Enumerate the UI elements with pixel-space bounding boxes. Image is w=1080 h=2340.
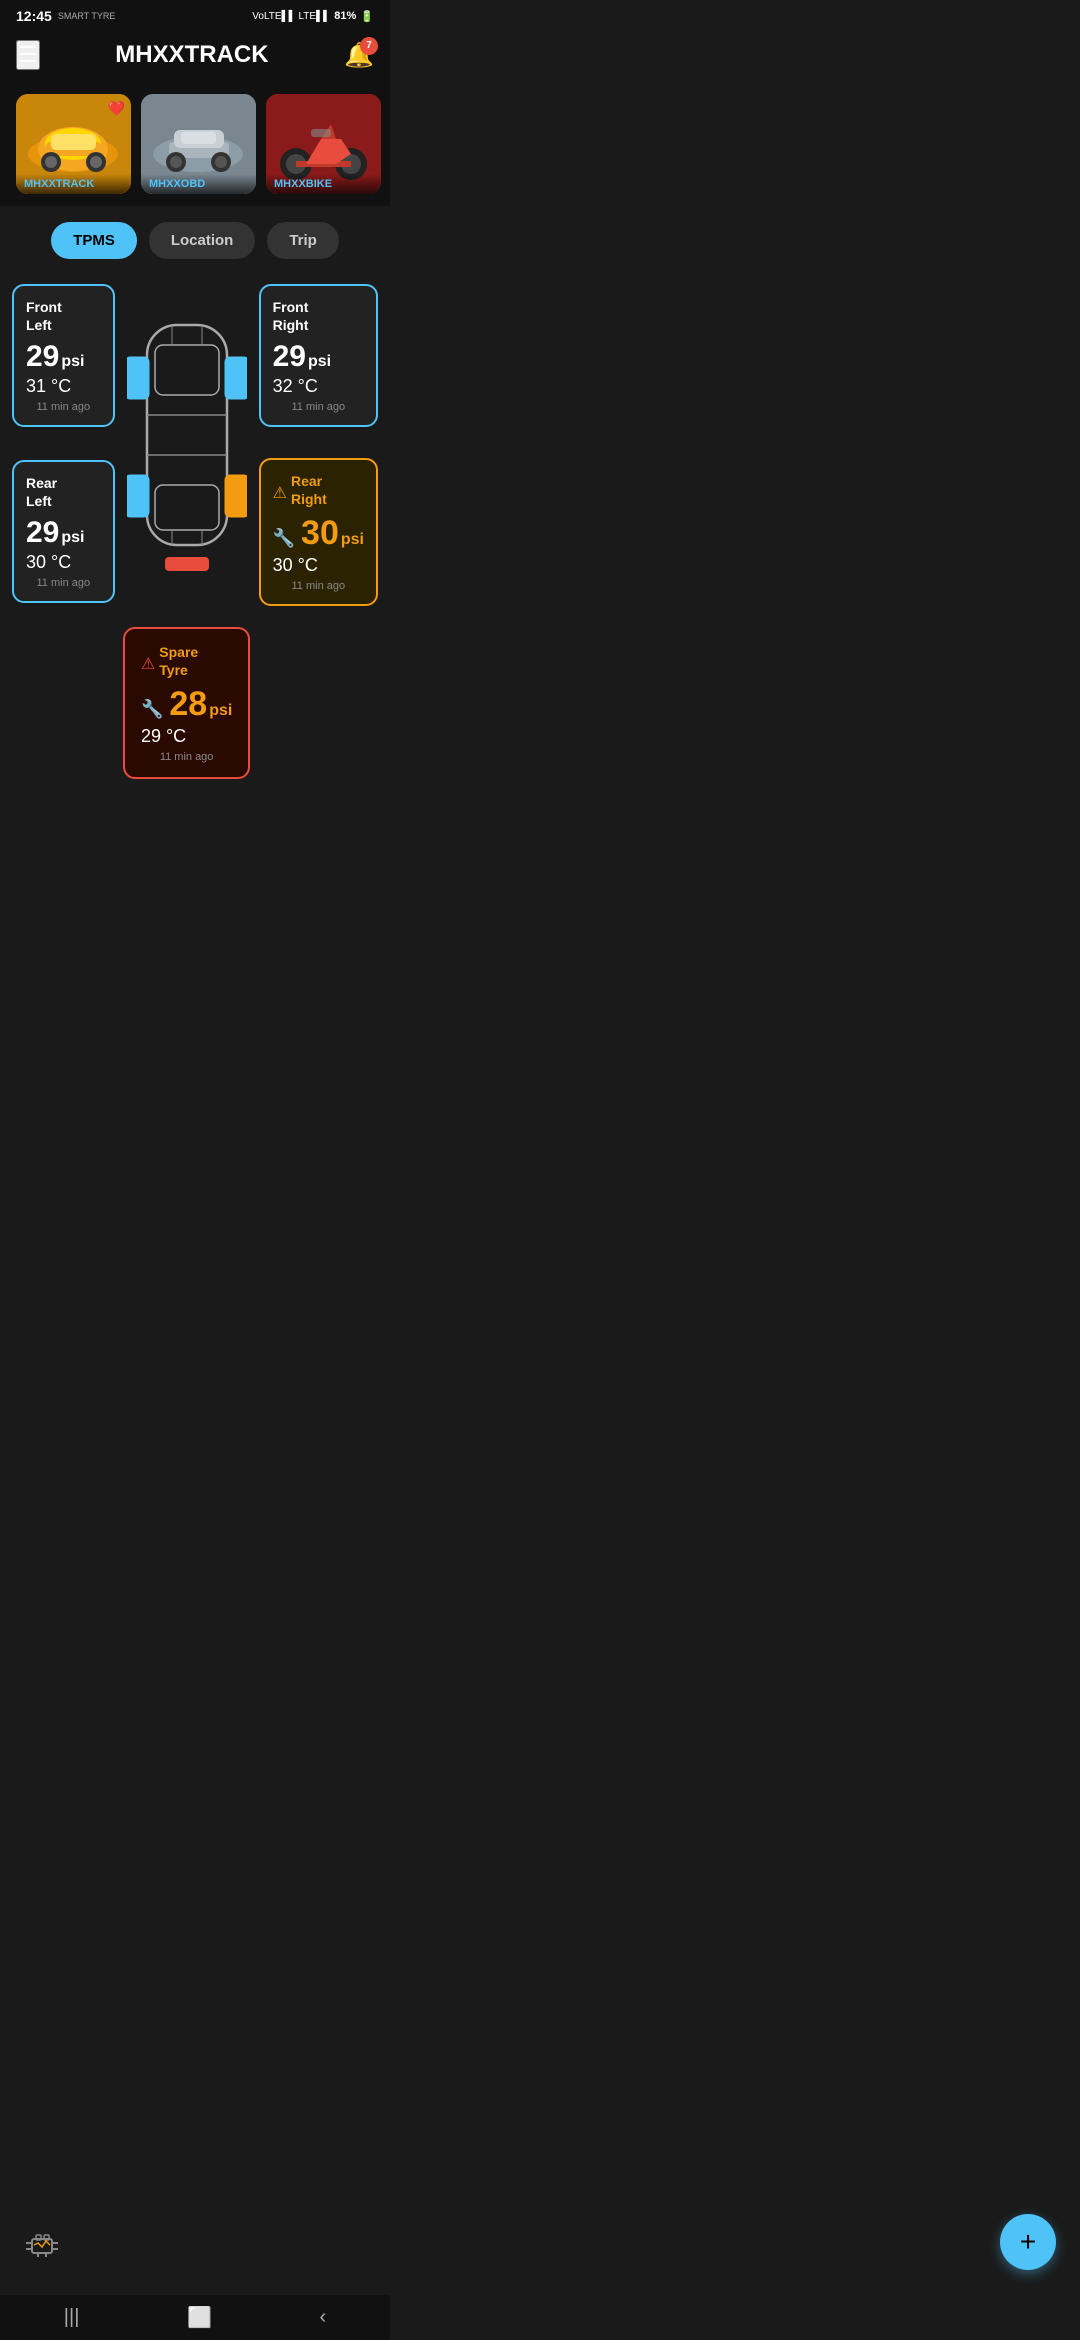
tab-tpms[interactable]: TPMS [51,222,137,259]
rear-right-psi-value: 30 [301,514,339,553]
spare-warning-icon: ⚠ [141,654,155,674]
front-right-temp: 32 °C [273,376,364,397]
rear-right-tire-card[interactable]: ⚠ RearRight 🔧 30 psi 30 °C 11 min ago [259,458,378,606]
spare-psi-unit: psi [209,702,232,720]
car-diagram [127,275,247,615]
spare-psi-value: 28 [169,685,207,724]
rear-right-temp: 30 °C [273,555,364,576]
tabs-section: TPMS Location Trip [0,206,390,275]
status-bar: 12:45 SMART TYRE VoLTE▌▌ LTE▌▌ 81% 🔋 [0,0,390,28]
vehicle-cards-section: ❤️ MHXXTRACK MHXXOBD [0,82,390,206]
home-button[interactable]: ⬜ [187,2305,212,2330]
front-right-tire-card[interactable]: FrontRight 29 psi 32 °C 11 min ago [259,284,378,427]
app-title: MHXXTRACK [115,41,268,69]
spare-tire-card[interactable]: ⚠ SpareTyre 🔧 28 psi 29 °C 11 min ago [123,627,250,779]
header: ☰ MHXXTRACK 🔔 7 [0,28,390,82]
tire-pressure-icon: 🔧 [273,528,295,549]
front-left-psi-value: 29 [26,340,59,374]
spare-tire-pressure-icon: 🔧 [141,699,163,720]
front-left-psi-unit: psi [61,353,84,371]
vehicle-card-label: MHXXOBD [141,174,256,194]
signal-indicator: VoLTE▌▌ LTE▌▌ [252,11,330,22]
front-right-psi-unit: psi [308,353,331,371]
rear-left-psi-value: 29 [26,516,59,550]
front-left-tire-name: FrontLeft [26,298,101,334]
battery-indicator: 81% [334,10,356,22]
rear-left-psi-unit: psi [61,529,84,547]
notification-button[interactable]: 🔔 7 [344,41,374,70]
vehicle-card-mhxxbike[interactable]: MHXXBIKE [266,94,381,194]
rear-right-header: ⚠ RearRight [273,472,364,514]
rear-right-psi-row: 🔧 30 psi [273,514,364,553]
vehicle-card-label: MHXXTRACK [16,174,131,194]
vehicle-card-mhxxobd[interactable]: MHXXOBD [141,94,256,194]
tab-location[interactable]: Location [149,222,256,259]
rear-left-psi-row: 29 psi [26,516,101,550]
system-nav-bar: ||| ⬜ ‹ [0,2295,390,2340]
rear-left-tire-card[interactable]: RearLeft 29 psi 30 °C 11 min ago [12,460,115,603]
front-right-psi-value: 29 [273,340,306,374]
status-right: VoLTE▌▌ LTE▌▌ 81% 🔋 [252,10,374,23]
front-left-psi-row: 29 psi [26,340,101,374]
rear-right-psi-unit: psi [341,531,364,549]
spare-time: 11 min ago [141,751,232,763]
spare-header: ⚠ SpareTyre [141,643,232,685]
front-right-tire-name: FrontRight [273,298,364,334]
rear-left-tire-name: RearLeft [26,474,101,510]
tab-trip[interactable]: Trip [267,222,339,259]
add-button[interactable]: + [1000,2214,1056,2270]
back-button[interactable]: ‹ [320,2306,327,2329]
front-left-temp: 31 °C [26,376,101,397]
front-left-tire-card[interactable]: FrontLeft 29 psi 31 °C 11 min ago [12,284,115,427]
favorite-icon: ❤️ [108,100,125,117]
vehicle-card-mhxxtrack[interactable]: ❤️ MHXXTRACK [16,94,131,194]
tire-layout: FrontLeft 29 psi 31 °C 11 min ago [12,275,378,779]
engine-button[interactable] [24,2227,60,2270]
spare-psi-row: 🔧 28 psi [141,685,232,724]
status-time: 12:45 [16,8,52,24]
tpms-section: FrontLeft 29 psi 31 °C 11 min ago [0,275,390,799]
rear-left-temp: 30 °C [26,552,101,573]
smart-tyre-label: SMART TYRE [58,11,116,21]
spare-tire-name: SpareTyre [159,643,198,679]
spare-tire-row: ⚠ SpareTyre 🔧 28 psi 29 °C 11 min ago [127,627,247,779]
rear-left-time: 11 min ago [26,577,101,589]
front-right-time: 11 min ago [273,401,364,413]
front-left-time: 11 min ago [26,401,101,413]
front-right-psi-row: 29 psi [273,340,364,374]
menu-button[interactable]: ☰ [16,40,40,70]
vehicle-card-label: MHXXBIKE [266,174,381,194]
recent-apps-button[interactable]: ||| [64,2306,80,2329]
spare-temp: 29 °C [141,726,232,747]
warning-icon: ⚠ [273,483,287,503]
rear-right-tire-name: RearRight [291,472,327,508]
notification-badge: 7 [360,37,378,55]
battery-icon: 🔋 [360,10,374,23]
rear-right-time: 11 min ago [273,580,364,592]
